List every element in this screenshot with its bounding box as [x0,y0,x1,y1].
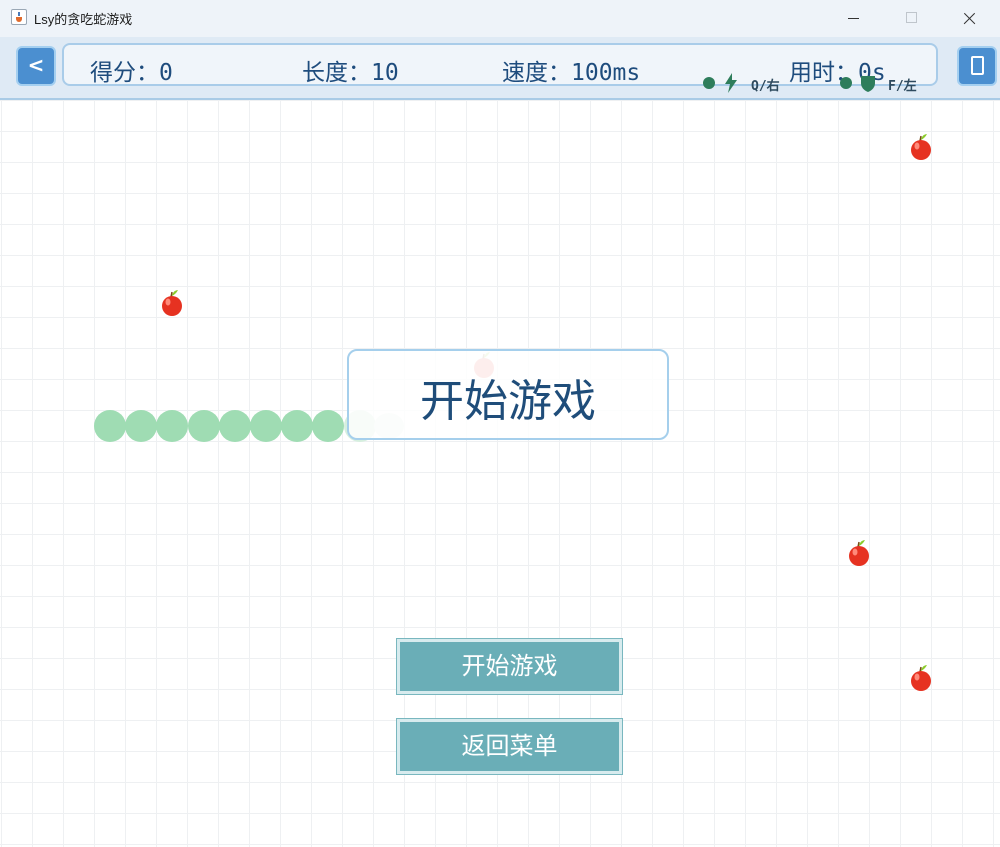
shield-icon [861,76,875,92]
lightning-icon [725,73,737,93]
score-display: 得分：0 [90,60,173,86]
game-title: 开始游戏 [420,376,596,427]
pause-icon [970,55,984,75]
status-dot-icon [703,77,715,89]
java-cup-icon [11,9,27,25]
stats-panel: 得分：0 长度：10 速度：100ms 用时：0s [62,43,938,86]
close-button[interactable] [946,0,992,37]
status-dot-icon [840,77,852,89]
apple-icon [162,290,182,316]
window-title: Lsy的贪吃蛇游戏 [34,12,133,27]
return-menu-button[interactable]: 返回菜单 [396,718,623,775]
game-board[interactable]: 开始游戏 开始游戏 返回菜单 [0,100,1000,847]
skill-hint-q: Q/右 [703,72,793,94]
apple-icon [849,540,869,566]
start-game-button[interactable]: 开始游戏 [396,638,623,695]
snake-segment [188,410,220,442]
skill-hint-q-text: Q/右 [751,79,780,94]
snake-segment [312,410,344,442]
back-button[interactable]: < [16,46,56,86]
minimize-button[interactable] [830,0,876,37]
skill-hint-f-text: F/左 [888,79,917,94]
snake-segment [281,410,313,442]
apple-icon [911,665,931,691]
snake-segment [250,410,282,442]
snake-segment [219,410,251,442]
skill-hint-f: F/左 [840,72,930,94]
pause-button[interactable] [957,46,997,86]
title-panel: 开始游戏 [347,349,669,440]
maximize-button[interactable] [888,0,934,37]
snake-segment [125,410,157,442]
length-display: 长度：10 [302,60,399,86]
apple-icon [911,134,931,160]
speed-display: 速度：100ms [502,60,641,86]
window-titlebar: Lsy的贪吃蛇游戏 [0,0,1000,38]
snake-segment [94,410,126,442]
snake-segment [156,410,188,442]
